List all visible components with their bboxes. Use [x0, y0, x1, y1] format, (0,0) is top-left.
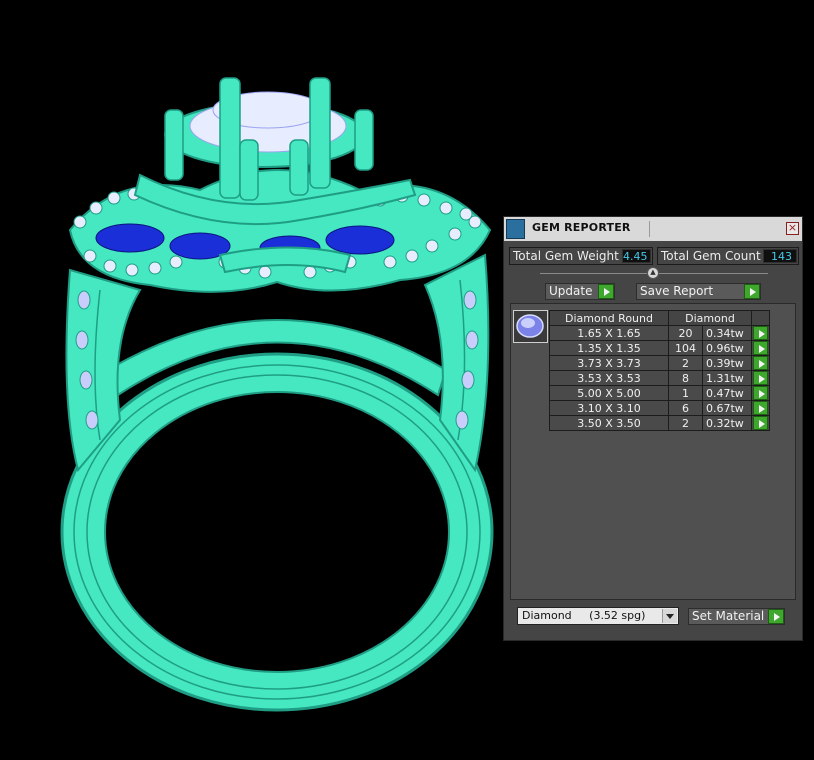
- gem-size: 3.10 X 3.10: [549, 400, 669, 416]
- gem-table-header: Diamond Round Diamond: [549, 310, 770, 326]
- material-select-value: Diamond (3.52 spg): [522, 609, 646, 622]
- close-icon[interactable]: ×: [786, 222, 799, 235]
- gem-count: 1: [668, 385, 703, 401]
- table-row[interactable]: 1.35 X 1.35 104 0.96tw: [549, 340, 770, 356]
- row-go-icon[interactable]: [753, 386, 768, 400]
- update-go-icon[interactable]: [598, 284, 614, 299]
- gem-weight: 1.31tw: [702, 370, 752, 386]
- table-row[interactable]: 3.10 X 3.10 6 0.67tw: [549, 400, 770, 416]
- gem-weight: 0.32tw: [702, 415, 752, 431]
- row-go-icon[interactable]: [753, 326, 768, 340]
- panel-titlebar[interactable]: GEM REPORTER ×: [504, 217, 802, 241]
- gem-reporter-icon: [506, 219, 525, 239]
- table-row[interactable]: 3.50 X 3.50 2 0.32tw: [549, 415, 770, 431]
- gem-count: 8: [668, 370, 703, 386]
- table-row[interactable]: 5.00 X 5.00 1 0.47tw: [549, 385, 770, 401]
- row-go-icon[interactable]: [753, 341, 768, 355]
- gem-weight: 0.96tw: [702, 340, 752, 356]
- total-weight-box: Total Gem Weight 4.45: [509, 247, 653, 265]
- total-count-box: Total Gem Count 143: [657, 247, 799, 265]
- gem-weight: 0.39tw: [702, 355, 752, 371]
- table-row[interactable]: 1.65 X 1.65 20 0.34tw: [549, 325, 770, 341]
- total-count-label: Total Gem Count: [661, 249, 761, 263]
- gem-count: 2: [668, 415, 703, 431]
- material-select[interactable]: Diamond (3.52 spg): [517, 607, 679, 625]
- gem-count: 104: [668, 340, 703, 356]
- row-go-icon[interactable]: [753, 401, 768, 415]
- save-report-label: Save Report: [640, 284, 714, 298]
- header-spacer: [751, 310, 770, 326]
- row-go-icon[interactable]: [753, 356, 768, 370]
- panel-title: GEM REPORTER: [532, 221, 631, 234]
- gem-weight: 0.47tw: [702, 385, 752, 401]
- header-shape: Diamond Round: [549, 310, 669, 326]
- save-report-button[interactable]: Save Report: [636, 283, 761, 300]
- gem-size: 3.73 X 3.73: [549, 355, 669, 371]
- table-row[interactable]: 3.53 X 3.53 8 1.31tw: [549, 370, 770, 386]
- gem-size: 3.50 X 3.50: [549, 415, 669, 431]
- update-button[interactable]: Update: [545, 283, 615, 300]
- total-count-value: 143: [763, 249, 797, 263]
- chevron-down-icon[interactable]: [662, 609, 677, 623]
- titlebar-divider: [649, 221, 650, 237]
- gem-reporter-panel: GEM REPORTER × Total Gem Weight 4.45 Tot…: [503, 216, 803, 641]
- total-weight-label: Total Gem Weight: [513, 249, 619, 263]
- round-gem-icon: [516, 314, 544, 338]
- gem-count: 6: [668, 400, 703, 416]
- set-material-go-icon[interactable]: [768, 609, 784, 624]
- gem-weight: 0.34tw: [702, 325, 752, 341]
- set-material-label: Set Material: [692, 609, 765, 623]
- table-row[interactable]: 3.73 X 3.73 2 0.39tw: [549, 355, 770, 371]
- gem-count: 2: [668, 355, 703, 371]
- header-material: Diamond: [668, 310, 752, 326]
- gem-size: 1.65 X 1.65: [549, 325, 669, 341]
- panel-slider-knob[interactable]: ▲: [647, 267, 659, 279]
- diamond-round-thumbnail[interactable]: [513, 310, 548, 343]
- total-weight-value: 4.45: [622, 249, 651, 263]
- gem-size: 3.53 X 3.53: [549, 370, 669, 386]
- row-go-icon[interactable]: [753, 371, 768, 385]
- save-report-go-icon[interactable]: [744, 284, 760, 299]
- gem-count: 20: [668, 325, 703, 341]
- update-button-label: Update: [549, 284, 593, 298]
- gem-weight: 0.67tw: [702, 400, 752, 416]
- gem-size: 5.00 X 5.00: [549, 385, 669, 401]
- row-go-icon[interactable]: [753, 416, 768, 430]
- gem-table: Diamond Round Diamond 1.65 X 1.65 20 0.3…: [549, 310, 770, 431]
- set-material-button[interactable]: Set Material: [688, 608, 785, 625]
- gem-size: 1.35 X 1.35: [549, 340, 669, 356]
